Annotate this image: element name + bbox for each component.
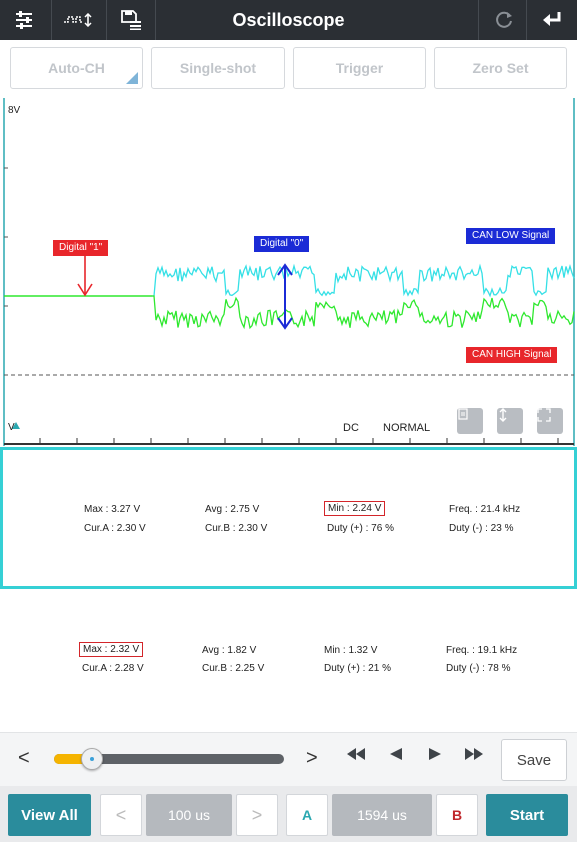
fast-rewind-button[interactable] [345, 747, 367, 766]
bottom-voltage-label: V [8, 422, 15, 433]
ch2-min: Min : 1.32 V [324, 645, 378, 656]
ch2-duty-neg: Duty (-) : 78 % [446, 663, 511, 674]
title-bar: Oscilloscope [0, 0, 577, 40]
fast-rewind-icon [347, 748, 365, 760]
timebase-decrease-button[interactable]: < [100, 794, 142, 836]
digital-1-label: Digital "1" [53, 240, 109, 256]
ch2-avg: Avg : 1.82 V [202, 645, 257, 656]
timeline-slider-knob[interactable] [80, 748, 103, 770]
channel-1-measurements[interactable]: Max : 3.27 V Cur.A : 2.30 V Avg : 2.75 V… [0, 447, 577, 589]
view-all-button[interactable]: View All [8, 794, 91, 836]
oscilloscope-display[interactable]: 8V V Digital "1" Digital "0" CAN LOW Sig… [0, 98, 577, 446]
start-button[interactable]: Start [486, 794, 568, 836]
digital-1-arrow [77, 256, 93, 297]
save-file-icon[interactable] [112, 0, 150, 40]
digital-0-arrow [277, 263, 293, 330]
ch1-avg: Avg : 2.75 V [205, 504, 260, 515]
bottom-toolbar: View All < 100 us > A 1594 us B Start [0, 786, 577, 842]
ch1-duty-pos: Duty (+) : 76 % [327, 523, 394, 534]
ch1-min: Min : 2.24 V [324, 501, 386, 516]
single-shot-button[interactable]: Single-shot [151, 47, 285, 89]
cursor-toggle-button[interactable] [457, 408, 483, 434]
vertical-arrows-icon [499, 408, 507, 422]
waveform-canvas [3, 98, 575, 446]
timebase-value: 100 us [146, 794, 232, 836]
ch1-cur-b: Cur.B : 2.30 V [205, 523, 268, 534]
can-high-label: CAN HIGH Signal [466, 347, 558, 363]
scroll-left-button[interactable]: < [18, 747, 30, 770]
step-back-icon [390, 748, 402, 760]
fullscreen-button[interactable] [537, 408, 563, 434]
ch2-duty-pos: Duty (+) : 21 % [324, 663, 391, 674]
trigger-mode-label: NORMAL [383, 422, 431, 434]
ch2-cur-a: Cur.A : 2.28 V [82, 663, 144, 674]
channel-b-trace [152, 295, 575, 330]
back-icon[interactable] [530, 0, 574, 40]
fast-forward-button[interactable] [463, 747, 485, 766]
ch1-freq: Freq. : 21.4 kHz [449, 504, 521, 515]
ch2-freq: Freq. : 19.1 kHz [446, 645, 518, 656]
vertical-scale-button[interactable] [497, 408, 523, 434]
step-back-button[interactable] [388, 747, 404, 766]
save-button[interactable]: Save [501, 739, 567, 781]
auto-ch-button[interactable]: Auto-CH [10, 47, 143, 89]
auto-ch-label: Auto-CH [48, 60, 105, 76]
cursor-a-button[interactable]: A [286, 794, 328, 836]
trigger-button[interactable]: Trigger [293, 47, 426, 89]
step-forward-icon [429, 748, 441, 760]
expand-icon [537, 408, 551, 422]
zero-set-label: Zero Set [472, 60, 529, 76]
ch1-cur-a: Cur.A : 2.30 V [84, 523, 146, 534]
ch2-max: Max : 2.32 V [79, 642, 144, 657]
coupling-label: DC [343, 422, 359, 434]
scroll-right-button[interactable]: > [306, 747, 318, 770]
cursor-delta-value: 1594 us [332, 794, 432, 836]
channel-a-trace [152, 263, 575, 298]
cursor-b-button[interactable]: B [436, 794, 478, 836]
list-icon [458, 408, 468, 420]
zero-set-button[interactable]: Zero Set [434, 47, 567, 89]
signal-measure-icon[interactable] [56, 0, 100, 40]
step-forward-button[interactable] [427, 747, 443, 766]
playback-bar: < > Save [0, 732, 577, 786]
ch1-max: Max : 3.27 V [84, 504, 141, 515]
ch1-duty-neg: Duty (-) : 23 % [449, 523, 514, 534]
fast-forward-icon [465, 748, 483, 760]
refresh-icon[interactable] [484, 0, 524, 40]
settings-sliders-icon[interactable] [8, 0, 40, 40]
dropdown-corner-icon [126, 72, 138, 84]
single-shot-label: Single-shot [179, 60, 257, 76]
channel-2-measurements[interactable]: Max : 2.32 V Cur.A : 2.28 V Avg : 1.82 V… [0, 590, 577, 732]
top-voltage-label: 8V [8, 105, 21, 116]
ch2-cur-b: Cur.B : 2.25 V [202, 663, 265, 674]
timebase-increase-button[interactable]: > [236, 794, 278, 836]
mode-toolbar: Auto-CH Single-shot Trigger Zero Set [0, 40, 577, 98]
can-low-label: CAN LOW Signal [466, 228, 556, 244]
digital-0-label: Digital "0" [254, 236, 310, 252]
trigger-label: Trigger [335, 60, 384, 76]
